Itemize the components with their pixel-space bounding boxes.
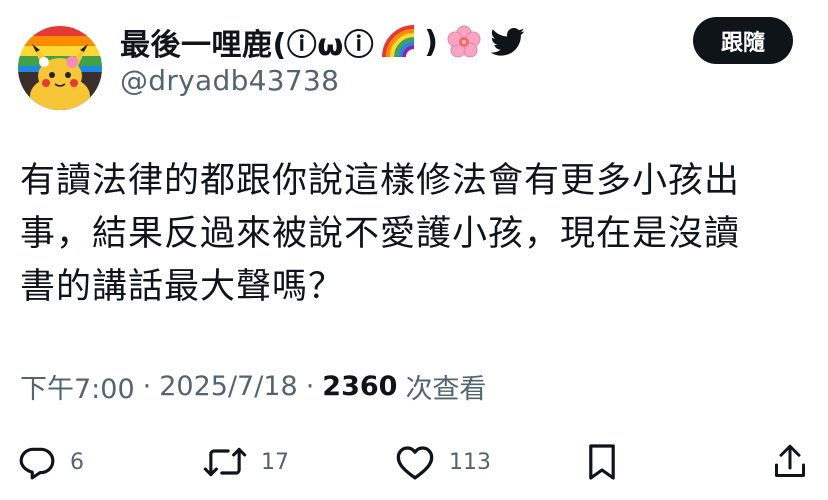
views-count: 2360 [322, 370, 398, 402]
display-name-suffix[interactable]: ) [424, 25, 438, 60]
retweet-count: 17 [261, 449, 289, 475]
tweet-meta: 下午7:00 · 2025/7/18 · 2360 次查看 [20, 365, 486, 407]
meta-separator: · [305, 370, 315, 402]
cherry-blossom-icon [447, 25, 481, 59]
bookmark-icon [586, 442, 618, 482]
share-icon [772, 442, 808, 482]
heart-icon [395, 443, 435, 481]
bookmark-button[interactable] [586, 440, 618, 484]
views-label: 次查看 [405, 373, 487, 405]
display-name[interactable]: 最後一哩鹿(ⓘωⓘ [120, 20, 374, 64]
share-button[interactable] [772, 440, 808, 484]
pikachu-avatar-icon [18, 26, 102, 110]
tweet-text-line: 有讀法律的都跟你說這樣修法會有更多小孩出 [20, 161, 741, 201]
like-button[interactable]: 113 [395, 440, 491, 484]
tweet-text-line: 事，結果反過來被說不愛護小孩，現在是沒讀 [20, 214, 741, 254]
rainbow-icon [382, 25, 416, 59]
like-count: 113 [449, 449, 491, 475]
avatar[interactable] [18, 26, 102, 110]
tweet-text: 有讀法律的都跟你說這樣修法會有更多小孩出 事，結果反過來被說不愛護小孩，現在是沒… [20, 155, 810, 314]
tweet-time[interactable]: 下午7:00 [20, 367, 135, 406]
reply-button[interactable]: 6 [18, 440, 84, 484]
user-handle[interactable]: @dryadb43738 [120, 64, 339, 97]
meta-separator: · [142, 370, 152, 402]
reply-icon [18, 443, 56, 481]
tweet-text-line: 書的講話最大聲嗎？ [20, 267, 345, 307]
action-bar: 6 17 113 [0, 440, 828, 484]
retweet-icon [203, 443, 247, 481]
follow-button[interactable]: 跟隨 [693, 17, 793, 64]
user-name-row: 最後一哩鹿(ⓘωⓘ ) [120, 20, 525, 64]
tweet-date[interactable]: 2025/7/18 [159, 371, 297, 402]
retweet-button[interactable]: 17 [203, 440, 289, 484]
twitter-bird-icon [490, 27, 525, 57]
reply-count: 6 [70, 449, 84, 475]
